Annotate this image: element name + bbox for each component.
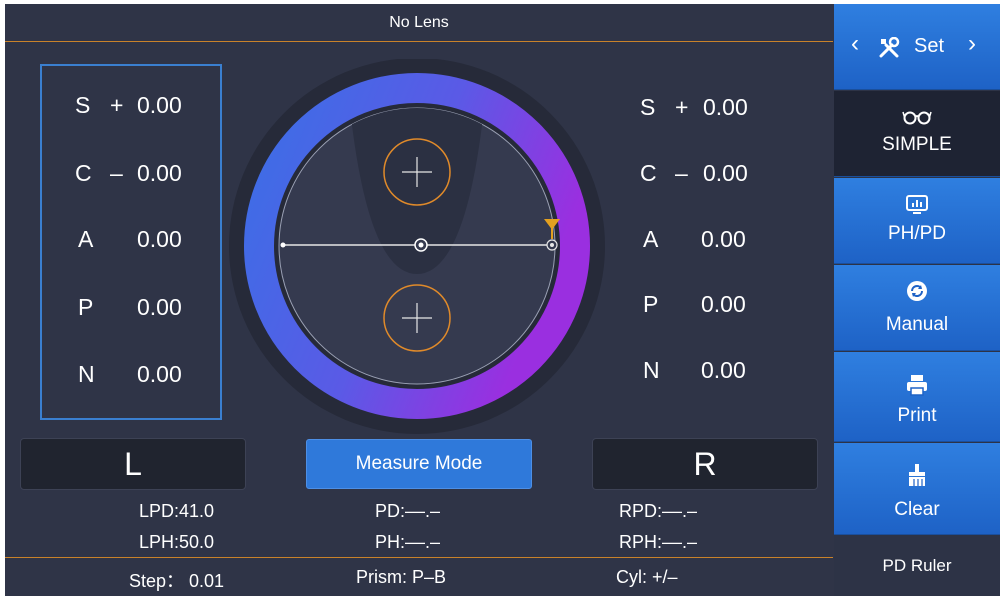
left-n-value: 0.00 [137, 361, 182, 387]
left-s-sign: + [110, 92, 124, 118]
axis-right-dot [550, 243, 554, 247]
left-c-label: C [75, 160, 92, 186]
left-lens-values-box [40, 64, 222, 420]
left-s-value: 0.00 [137, 92, 182, 118]
left-a-label: A [78, 226, 94, 252]
left-s-label: S [75, 92, 91, 118]
right-p-label: P [643, 291, 659, 317]
manual-label: Manual [885, 314, 949, 335]
pd-value: PD:––.– [375, 501, 441, 521]
main-panel: No Lens S + 0.00 C – 0.00 A 0.00 P 0.00 … [5, 4, 833, 596]
left-n-label: N [78, 361, 95, 387]
right-s-value: 0.00 [703, 94, 748, 120]
clear-label: Clear [894, 499, 940, 520]
device-screen: No Lens S + 0.00 C – 0.00 A 0.00 P 0.00 … [5, 4, 1000, 596]
right-a-label: A [643, 226, 659, 252]
right-n-label: N [643, 357, 660, 383]
right-a-value: 0.00 [701, 226, 746, 252]
right-p-value: 0.00 [701, 291, 746, 317]
refresh-icon [907, 281, 927, 301]
next-arrow-icon[interactable]: › [968, 30, 976, 58]
left-c-value: 0.00 [137, 160, 182, 186]
right-c-value: 0.00 [703, 160, 748, 186]
left-p-value: 0.00 [137, 294, 182, 320]
left-a-value: 0.00 [137, 226, 182, 252]
simple-label: SIMPLE [882, 134, 952, 155]
left-lens-button[interactable]: L [20, 438, 246, 490]
right-s-sign: + [675, 94, 689, 120]
right-c-label: C [640, 160, 657, 186]
tools-icon [879, 37, 900, 58]
cyl-setting[interactable]: Cyl: +/– [616, 567, 678, 588]
manual-button[interactable]: Manual [834, 265, 1000, 351]
ph-pd-button[interactable]: PH/PD [834, 178, 1000, 264]
axis-left-dot [280, 242, 286, 248]
print-button[interactable]: Print [834, 352, 1000, 442]
printer-icon [907, 375, 927, 396]
prev-arrow-icon[interactable]: ‹ [851, 30, 859, 58]
clear-button[interactable]: Clear [834, 443, 1000, 535]
pd-ruler-button[interactable]: PD Ruler [834, 556, 1000, 576]
status-title: No Lens [389, 14, 449, 31]
rph-value: RPH:––.– [619, 532, 698, 552]
center-dot [418, 242, 424, 248]
monitor-chart-icon [906, 195, 928, 214]
lpd-value: LPD:41.0 [139, 501, 215, 521]
right-c-sign: – [675, 160, 688, 186]
top-divider [5, 41, 833, 42]
right-n-value: 0.00 [701, 357, 746, 383]
prism-setting[interactable]: Prism: P–B [356, 567, 446, 588]
simple-mode-button[interactable]: SIMPLE [834, 91, 1000, 177]
print-label: Print [897, 405, 937, 426]
set-button[interactable]: ‹ Set › [834, 4, 1000, 90]
left-p-label: P [78, 294, 94, 320]
left-c-sign: – [110, 160, 123, 186]
lens-target-display [229, 59, 605, 434]
set-label: Set [914, 35, 945, 57]
right-lens-button[interactable]: R [592, 438, 818, 490]
bottom-status-bar: Step： 0.01 Prism: P–B Cyl: +/– [5, 558, 833, 596]
glasses-icon [902, 111, 932, 125]
lph-value: LPH:50.0 [139, 532, 215, 552]
measure-mode-button[interactable]: Measure Mode [306, 439, 532, 489]
ph-value: PH:––.– [375, 532, 441, 552]
step-setting[interactable]: Step： 0.01 [129, 567, 224, 593]
brush-icon [909, 464, 925, 486]
right-s-label: S [640, 94, 656, 120]
rpd-value: RPD:––.– [619, 501, 698, 521]
sidebar: ‹ Set › SIMPLE PH/PD Manual Print Clear … [834, 4, 1000, 596]
ph-pd-label: PH/PD [887, 223, 947, 244]
